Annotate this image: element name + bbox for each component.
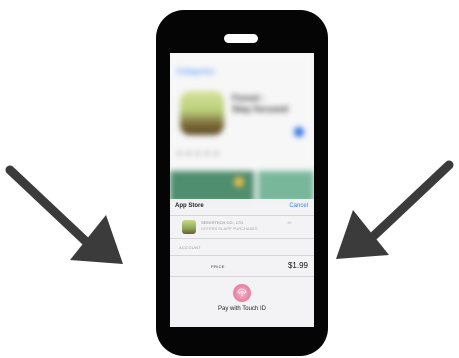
sheet-title: App Store: [175, 203, 204, 209]
phone-body: Categories Forest - Stay focused ★★★★★ A…: [156, 10, 328, 356]
arrow-down-right-icon: [5, 165, 123, 264]
price-label: PRICE: [211, 264, 225, 269]
age-rating-badge: 4+: [287, 220, 292, 225]
payment-sheet: App Store Cancel SEEKRTECH CO., LTD. OFF…: [170, 199, 314, 327]
phone-screen: Categories Forest - Stay focused ★★★★★ A…: [170, 53, 314, 327]
earpiece-speaker: [224, 34, 258, 43]
merchant-subtitle: OFFERS IN-APP PURCHASES: [201, 226, 258, 231]
cancel-button[interactable]: Cancel: [289, 203, 308, 209]
app-thumbnail-icon: [182, 220, 196, 234]
merchant-row: SEEKRTECH CO., LTD. OFFERS IN-APP PURCHA…: [170, 216, 314, 239]
get-button: [294, 127, 304, 137]
touch-id-fingerprint-icon[interactable]: [233, 284, 251, 302]
sun-icon: [234, 177, 244, 187]
back-link: Categories: [176, 67, 215, 76]
price-row: PRICE $1.99: [170, 256, 314, 277]
price-value: $1.99: [287, 261, 308, 270]
app-title-line1: Forest -: [232, 93, 266, 103]
sheet-header: App Store Cancel: [170, 199, 314, 216]
blurred-app-store-page: Categories Forest - Stay focused ★★★★★: [170, 53, 314, 218]
touch-id-label: Pay with Touch ID: [218, 306, 266, 312]
account-label: ACCOUNT: [179, 245, 201, 250]
app-title: Forest - Stay focused: [232, 93, 288, 115]
app-title-line2: Stay focused: [232, 104, 289, 114]
account-row[interactable]: ACCOUNT: [170, 239, 314, 256]
forest-app-icon: [180, 91, 224, 135]
rating-row: ★★★★★: [176, 149, 222, 158]
